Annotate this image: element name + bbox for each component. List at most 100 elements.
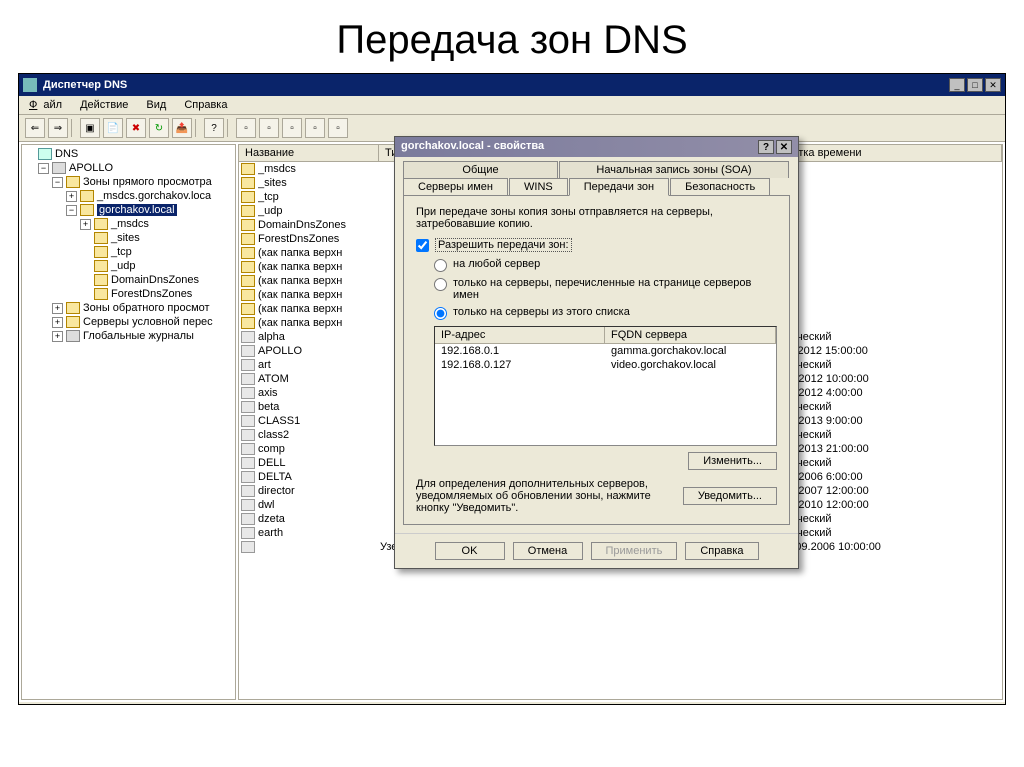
ok-button[interactable]: OK xyxy=(435,542,505,560)
record-icon xyxy=(241,373,255,385)
tree-panel[interactable]: DNS −APOLLO −Зоны прямого просмотра +_ms… xyxy=(21,144,236,700)
col-ts[interactable]: метка времени xyxy=(779,145,1002,161)
maximize-button[interactable]: □ xyxy=(967,78,983,92)
record-icon xyxy=(241,345,255,357)
window-buttons: _ □ ✕ xyxy=(949,78,1001,92)
log-icon xyxy=(66,330,80,342)
tree-rev-zones[interactable]: +Зоны обратного просмот xyxy=(24,301,233,315)
allow-checkbox[interactable] xyxy=(416,239,429,252)
edit-button[interactable]: Изменить... xyxy=(688,452,777,470)
col-name[interactable]: Название xyxy=(239,145,379,161)
folder-icon xyxy=(241,317,255,329)
tab-zone-transfer[interactable]: Передачи зон xyxy=(569,178,669,196)
tree-sub[interactable]: _sites xyxy=(24,231,233,245)
back-button[interactable]: ⇐ xyxy=(25,118,45,138)
tab-panel: При передаче зоны копия зоны отправляетс… xyxy=(403,195,790,525)
props-button[interactable]: 📄 xyxy=(103,118,123,138)
folder-icon xyxy=(241,177,255,189)
edit-row: Изменить... xyxy=(416,452,777,470)
titlebar[interactable]: Диспетчер DNS _ □ ✕ xyxy=(19,74,1005,96)
ip-list[interactable]: IP-адрес FQDN сервера 192.168.0.1gamma.g… xyxy=(434,326,777,446)
folder-icon xyxy=(241,303,255,315)
folder-icon xyxy=(94,260,108,272)
help-button[interactable]: ? xyxy=(204,118,224,138)
tool-b[interactable]: ▫ xyxy=(259,118,279,138)
notify-button[interactable]: Уведомить... xyxy=(683,487,777,505)
tab-soa[interactable]: Начальная запись зоны (SOA) xyxy=(559,161,789,178)
apply-button[interactable]: Применить xyxy=(591,542,678,560)
slide-title: Передача зон DNS xyxy=(0,0,1024,73)
tool-c[interactable]: ▫ xyxy=(282,118,302,138)
folder-icon xyxy=(66,316,80,328)
record-icon xyxy=(241,429,255,441)
tree-sub[interactable]: +_msdcs xyxy=(24,217,233,231)
minimize-button[interactable]: _ xyxy=(949,78,965,92)
record-icon xyxy=(241,457,255,469)
folder-icon xyxy=(94,274,108,286)
menu-action[interactable]: Действие xyxy=(78,98,130,112)
iplist-row[interactable]: 192.168.0.127video.gorchakov.local xyxy=(435,358,776,372)
tree-sub[interactable]: _udp xyxy=(24,259,233,273)
radio-any[interactable]: на любой сервер xyxy=(434,258,777,272)
tree-sub[interactable]: ForestDnsZones xyxy=(24,287,233,301)
record-icon xyxy=(241,527,255,539)
menu-view[interactable]: Вид xyxy=(144,98,168,112)
properties-dialog: gorchakov.local - свойства ?✕ Общие Нача… xyxy=(394,136,799,569)
tool-a[interactable]: ▫ xyxy=(236,118,256,138)
tree-fwd-zones[interactable]: −Зоны прямого просмотра xyxy=(24,175,233,189)
refresh-button[interactable]: ↻ xyxy=(149,118,169,138)
col-fqdn[interactable]: FQDN сервера xyxy=(605,327,776,343)
folder-icon xyxy=(241,247,255,259)
record-icon xyxy=(241,443,255,455)
record-icon xyxy=(241,401,255,413)
export-button[interactable]: 📤 xyxy=(172,118,192,138)
menu-file[interactable]: Файл xyxy=(25,98,64,112)
dialog-help-button[interactable]: ? xyxy=(758,140,774,154)
folder-icon xyxy=(80,204,94,216)
iplist-row[interactable]: 192.168.0.1gamma.gorchakov.local xyxy=(435,344,776,358)
record-icon xyxy=(241,541,255,553)
info-text: При передаче зоны копия зоны отправляетс… xyxy=(416,206,777,230)
fwd-button[interactable]: ⇒ xyxy=(48,118,68,138)
dialog-buttons: OK Отмена Применить Справка xyxy=(395,533,798,568)
folder-icon xyxy=(94,246,108,258)
window-title: Диспетчер DNS xyxy=(43,79,949,91)
dialog-close-button[interactable]: ✕ xyxy=(776,140,792,154)
tab-security[interactable]: Безопасность xyxy=(670,178,770,195)
delete-button[interactable]: ✖ xyxy=(126,118,146,138)
radio-group: на любой сервер только на серверы, переч… xyxy=(434,258,777,320)
folder-icon xyxy=(66,176,80,188)
dialog-title: gorchakov.local - свойства xyxy=(401,140,756,154)
tab-general[interactable]: Общие xyxy=(403,161,558,178)
tree-sub[interactable]: _tcp xyxy=(24,245,233,259)
tool-e[interactable]: ▫ xyxy=(328,118,348,138)
folder-icon xyxy=(241,219,255,231)
folder-icon xyxy=(66,302,80,314)
tab-wins[interactable]: WINS xyxy=(509,178,568,195)
help-button[interactable]: Справка xyxy=(685,542,758,560)
menu-help[interactable]: Справка xyxy=(182,98,229,112)
tree-sub[interactable]: DomainDnsZones xyxy=(24,273,233,287)
tree-server[interactable]: −APOLLO xyxy=(24,161,233,175)
app-window: Диспетчер DNS _ □ ✕ Файл Действие Вид Сп… xyxy=(18,73,1006,705)
record-icon xyxy=(241,499,255,511)
radio-ns-page[interactable]: только на серверы, перечисленные на стра… xyxy=(434,277,777,301)
dialog-titlebar[interactable]: gorchakov.local - свойства ?✕ xyxy=(395,137,798,157)
tree-global-logs[interactable]: +Глобальные журналы xyxy=(24,329,233,343)
allow-transfer-checkbox[interactable]: Разрешить передачи зон: xyxy=(416,238,777,252)
radio-list[interactable]: только на серверы из этого списка xyxy=(434,306,777,320)
tab-nameservers[interactable]: Серверы имен xyxy=(403,178,508,195)
tree-zone-gorchakov[interactable]: −gorchakov.local xyxy=(24,203,233,217)
folder-icon xyxy=(94,288,108,300)
close-button[interactable]: ✕ xyxy=(985,78,1001,92)
cancel-button[interactable]: Отмена xyxy=(513,542,583,560)
tree-root[interactable]: DNS xyxy=(24,147,233,161)
tool-d[interactable]: ▫ xyxy=(305,118,325,138)
tree-cond-fwd[interactable]: +Серверы условной перес xyxy=(24,315,233,329)
toolbar-sep3 xyxy=(227,119,233,137)
tree-zone-msdcs[interactable]: +_msdcs.gorchakov.loca xyxy=(24,189,233,203)
record-icon xyxy=(241,331,255,343)
col-ip[interactable]: IP-адрес xyxy=(435,327,605,343)
iplist-header: IP-адрес FQDN сервера xyxy=(435,327,776,344)
up-button[interactable]: ▣ xyxy=(80,118,100,138)
